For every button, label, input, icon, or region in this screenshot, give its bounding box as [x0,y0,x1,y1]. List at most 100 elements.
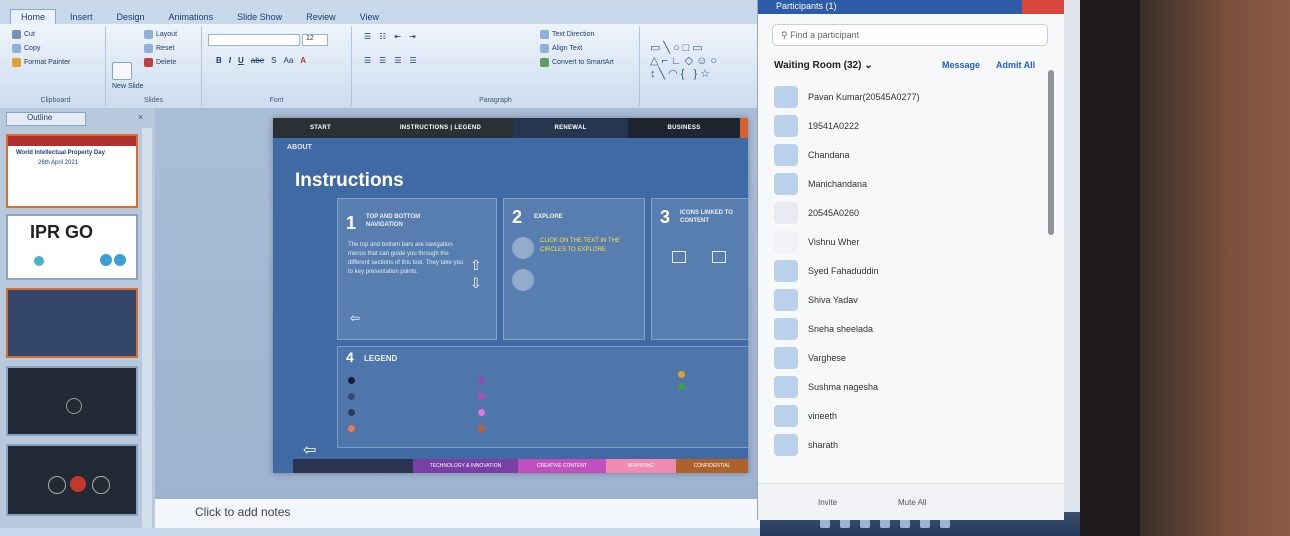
align-right-button[interactable]: ☰ [394,56,402,65]
participant-row[interactable]: Sneha sheelada [774,318,873,340]
bullets-button[interactable]: ☰ [364,32,372,41]
participant-row[interactable]: Shiva Yadav [774,289,858,311]
new-slide-button[interactable]: New Slide [112,62,144,90]
waiting-room-toggle[interactable]: Waiting Room (32) ⌄ [774,60,873,71]
avatar [774,376,798,398]
numbering-button[interactable]: ☷ [379,32,387,41]
layout-button[interactable]: Layout [144,30,177,39]
participant-name: sharath [808,440,839,450]
cut-button[interactable]: Cut [12,30,35,39]
monitor-bezel [1080,0,1140,536]
invite-button[interactable]: Invite [818,498,837,507]
admit-all-button[interactable]: Admit All [996,60,1035,70]
participants-scrollbar[interactable] [1048,70,1054,235]
close-icon[interactable]: × [138,112,143,122]
nav-start[interactable]: START [273,118,368,138]
italic-button[interactable]: I [229,56,231,65]
tab-home[interactable]: Home [10,9,57,24]
legend-number: 4 [346,349,354,365]
participant-row[interactable]: Vishnu Wher [774,231,859,253]
avatar [774,434,798,456]
layout-icon [144,30,153,39]
avatar [774,144,798,166]
avatar [774,318,798,340]
text-direction-button[interactable]: Text Direction [540,30,594,39]
nav-technology[interactable]: TECHNOLOGY & INNOVATION [413,459,518,473]
search-icon: ⚲ [781,30,791,40]
participant-row[interactable]: Sushma nagesha [774,376,878,398]
outdent-button[interactable]: ⇥ [409,32,417,41]
clipboard-group: Cut Copy Format Painter Clipboard [6,26,106,106]
font-size-field[interactable]: 12 [302,34,328,46]
slide-thumbnail-4[interactable] [6,366,138,436]
copy-button[interactable]: Copy [12,44,40,53]
reset-button[interactable]: Reset [144,44,174,53]
nav-business[interactable]: BUSINESS [628,118,740,138]
message-button[interactable]: Message [942,60,980,70]
legend-item [478,425,485,432]
participant-row[interactable]: Chandana [774,144,850,166]
nav-instructions[interactable]: INSTRUCTIONS | LEGEND [368,118,513,138]
underline-button[interactable]: U [238,56,244,65]
convert-smartart-label: Convert to SmartArt [552,59,614,66]
box-title: TOP AND BOTTOM NAVIGATION [366,214,421,228]
slide-thumbnail-1[interactable]: World Intellectual Property Day 26th Apr… [6,134,138,208]
slides-scrollbar[interactable] [142,128,152,536]
tab-view[interactable]: View [350,10,389,24]
nav-renewal[interactable]: RENEWAL [513,118,628,138]
slides-pane: Outline × World Intellectual Property Da… [0,108,155,536]
participant-row[interactable]: Manichandana [774,173,867,195]
shadow-button[interactable]: S [271,56,276,65]
align-center-button[interactable]: ☰ [379,56,387,65]
align-left-button[interactable]: ☰ [364,56,372,65]
strikethrough-button[interactable]: abe [251,56,264,65]
indent-button[interactable]: ⇤ [394,32,402,41]
box-number: 3 [660,207,671,227]
tab-review[interactable]: Review [296,10,346,24]
participant-name: Syed Fahaduddin [808,266,879,276]
instruction-box-2: 2 EXPLORE CLICK ON THE TEXT IN THE CIRCL… [503,198,645,340]
delete-button[interactable]: Delete [144,58,176,67]
slide-thumbnail-5[interactable] [6,444,138,516]
shapes-gallery[interactable]: ▭╲○□▭ △⌐∟◇☺○ ↕╲◠{ }☆ [650,42,750,82]
mute-all-button[interactable]: Mute All [898,498,926,507]
nav-creative[interactable]: CREATIVE CONTENT [518,459,606,473]
participant-row[interactable]: 20545A0260 [774,202,859,224]
slide-thumbnail-3[interactable] [6,288,138,358]
slide-thumbnail-2[interactable]: IPR GO [6,214,138,280]
slide-canvas[interactable]: START INSTRUCTIONS | LEGEND RENEWAL BUSI… [273,118,750,473]
justify-button[interactable]: ☰ [410,56,418,65]
participant-name: Sneha sheelada [808,324,874,334]
tab-animations[interactable]: Animations [159,10,224,24]
tab-design[interactable]: Design [107,10,155,24]
format-painter-button[interactable]: Format Painter [12,58,70,67]
back-arrow-icon[interactable]: ⇦ [303,440,316,460]
participant-row[interactable]: sharath [774,434,838,456]
legend-dot [478,377,485,384]
nav-confidential[interactable]: CONFIDENTIAL [676,459,748,473]
participant-row[interactable]: Syed Fahaduddin [774,260,879,282]
bold-button[interactable]: B [216,56,222,65]
participant-row[interactable]: Varghese [774,347,846,369]
layout-label: Layout [156,31,178,38]
tab-insert[interactable]: Insert [60,10,103,24]
participant-name: Chandana [808,150,850,160]
avatar [774,86,798,108]
convert-smartart-button[interactable]: Convert to SmartArt [540,58,614,67]
smartart-icon [540,58,549,67]
font-color-button[interactable]: A [300,56,306,65]
participant-search-input[interactable]: ⚲ Find a participant [772,24,1048,46]
participant-row[interactable]: Pavan Kumar(20545A0277) [774,86,920,108]
font-name-field[interactable] [208,34,300,46]
about-link[interactable]: ABOUT [287,144,312,151]
nav-branding[interactable]: BRANDING [606,459,676,473]
tab-outline[interactable]: Outline [6,112,86,126]
tab-slide-show[interactable]: Slide Show [227,10,292,24]
participant-row[interactable]: 19541A0222 [774,115,859,137]
avatar [774,202,798,224]
close-button[interactable] [1022,0,1064,14]
align-text-button[interactable]: Align Text [540,44,582,53]
legend-dot [348,425,355,432]
participant-row[interactable]: vineeth [774,405,837,427]
change-case-button[interactable]: Aa [284,56,294,65]
